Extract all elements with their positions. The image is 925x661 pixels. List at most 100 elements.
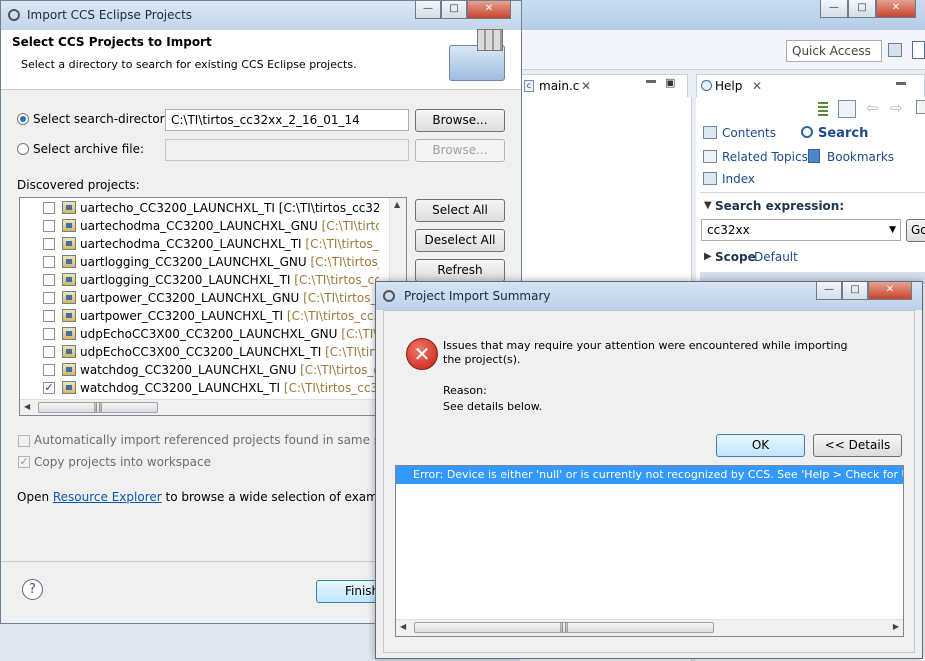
show-in-contents-icon[interactable] [838, 100, 856, 118]
scroll-up-icon[interactable]: ▲ [394, 200, 400, 209]
browse-archive-button[interactable]: Browse... [415, 139, 505, 162]
project-name: udpEchoCC3X00_CC3200_LAUNCHXL_GNU [C:\TI… [80, 327, 379, 341]
related-topics-link[interactable]: Related Topics [722, 150, 808, 164]
back-icon[interactable]: ⇦ [866, 99, 879, 117]
scope-chevron-icon[interactable]: ▶ [704, 251, 712, 262]
search-expression-value: cc32xx [707, 223, 750, 237]
archive-file-label: Select archive file: [33, 142, 145, 156]
project-name-text: uartechodma_CC3200_LAUNCHXL_TI [80, 237, 302, 251]
project-list-item[interactable]: uartlogging_CC3200_LAUNCHXL_TI [C:\TI\ti… [21, 271, 379, 289]
close-tab-icon[interactable]: ✕ [581, 75, 591, 97]
project-name: watchdog_CC3200_LAUNCHXL_GNU [C:\TI\tirt… [80, 363, 379, 377]
dropdown-arrow-icon[interactable]: ▼ [889, 220, 896, 240]
summary-maximize-button[interactable]: □ [842, 282, 868, 300]
project-name-text: udpEchoCC3X00_CC3200_LAUNCHXL_GNU [80, 327, 338, 341]
close-help-tab-icon[interactable]: ✕ [752, 75, 762, 97]
scroll-left-icon[interactable]: ◀ [24, 402, 30, 411]
horizontal-scroll-thumb[interactable]: ║║ [38, 402, 158, 413]
project-list-item[interactable]: ✓ watchdog_CC3200_LAUNCHXL_TI [C:\TI\tirt… [21, 379, 379, 397]
project-list-item[interactable]: uartechodma_CC3200_LAUNCHXL_TI [C:\TI\ti… [21, 235, 379, 253]
import-maximize-button[interactable]: □ [441, 1, 467, 19]
show-all-icon[interactable] [818, 102, 828, 116]
discovered-projects-label: Discovered projects: [17, 178, 140, 192]
bookmarks-link[interactable]: Bookmarks [827, 150, 894, 164]
archive-file-radio[interactable] [17, 143, 29, 155]
search-link[interactable]: Search [798, 126, 868, 141]
contents-icon [703, 126, 717, 139]
details-scroll-left-icon[interactable]: ◀ [400, 622, 406, 631]
tab-main-c[interactable]: c main.c ✕ [520, 74, 688, 98]
editor-minimize-icon[interactable] [646, 80, 656, 83]
browse-directory-button[interactable]: Browse... [415, 109, 505, 132]
deselect-all-button[interactable]: Deselect All [415, 229, 505, 252]
search-directory-input[interactable]: C:\TI\tirtos_cc32xx_2_16_01_14 [165, 109, 409, 131]
eclipse-gear-icon [8, 9, 20, 21]
project-checkbox[interactable] [43, 220, 55, 232]
project-checkbox[interactable] [43, 310, 55, 322]
details-list[interactable] [395, 465, 904, 637]
project-list-item[interactable]: watchdog_CC3200_LAUNCHXL_GNU [C:\TI\tirt… [21, 361, 379, 379]
forward-icon[interactable]: ⇨ [890, 99, 903, 117]
project-name-text: udpEchoCC3X00_CC3200_LAUNCHXL_TI [80, 345, 322, 359]
project-path-text: [C:\TI\tirtos_cc32xx_ [300, 363, 379, 377]
project-checkbox[interactable] [43, 238, 55, 250]
editor-maximize-icon[interactable]: ▣ [665, 76, 675, 89]
search-expression-input[interactable]: cc32xx ▼ [701, 219, 901, 241]
project-checkbox[interactable] [43, 364, 55, 376]
project-list-item[interactable]: uartechodma_CC3200_LAUNCHXL_GNU [C:\TI\t… [21, 217, 379, 235]
project-list-item[interactable]: udpEchoCC3X00_CC3200_LAUNCHXL_TI [C:\TI\… [21, 343, 379, 361]
project-path-text: [C:\TI\tirtos_cc32xx_2 [286, 309, 379, 323]
auto-import-checkbox[interactable] [18, 435, 30, 447]
project-checkbox[interactable] [43, 292, 55, 304]
details-horizontal-scrollbar[interactable]: ◀ ║║ ▶ [396, 619, 903, 636]
project-checkbox[interactable]: ✓ [43, 382, 55, 394]
summary-minimize-button[interactable]: — [816, 282, 842, 300]
index-icon [703, 172, 717, 185]
list-horizontal-scrollbar[interactable]: ◀ ║║ [20, 399, 389, 415]
project-path-text: [C:\TI\tirtos_cc32 [321, 219, 379, 233]
project-checkbox[interactable] [43, 274, 55, 286]
project-name: uartpower_CC3200_LAUNCHXL_TI [C:\TI\tirt… [80, 309, 379, 323]
help-icon [701, 80, 712, 91]
refresh-button[interactable]: Refresh [415, 259, 505, 282]
project-checkbox[interactable] [43, 328, 55, 340]
tab-help[interactable]: Help ✕ [696, 74, 925, 98]
archive-file-input[interactable] [165, 139, 409, 161]
copy-projects-checkbox[interactable]: ✓ [18, 456, 30, 468]
summary-close-button[interactable]: ✕ [868, 282, 912, 300]
ide-maximize-button[interactable]: □ [848, 0, 876, 18]
select-all-button[interactable]: Select All [415, 199, 505, 222]
ide-close-button[interactable]: ✕ [876, 0, 916, 18]
project-checkbox[interactable] [43, 256, 55, 268]
scope-default-link[interactable]: Default [754, 250, 798, 264]
project-path-text: [C:\TI\tirtos_c [325, 345, 379, 359]
help-minimize-icon[interactable] [896, 82, 906, 85]
resource-explorer-link[interactable]: Resource Explorer [53, 490, 162, 504]
project-list-item[interactable]: uartlogging_CC3200_LAUNCHXL_GNU [C:\TI\t… [21, 253, 379, 271]
project-list-item[interactable]: uartecho_CC3200_LAUNCHXL_TI [C:\TI\tirto… [21, 199, 379, 217]
project-checkbox[interactable] [43, 346, 55, 358]
project-list-item[interactable]: uartpower_CC3200_LAUNCHXL_TI [C:\TI\tirt… [21, 307, 379, 325]
quick-access-input[interactable]: Quick Access [786, 40, 882, 62]
ide-minimize-button[interactable]: — [820, 0, 848, 18]
project-list-item[interactable]: udpEchoCC3X00_CC3200_LAUNCHXL_GNU [C:\TI… [21, 325, 379, 343]
contents-link[interactable]: Contents [722, 126, 776, 140]
search-expression-chevron-icon[interactable]: ▼ [704, 200, 712, 211]
details-scroll-thumb[interactable]: ║║ [414, 622, 714, 633]
project-checkbox[interactable] [43, 202, 55, 214]
index-link[interactable]: Index [722, 172, 755, 186]
go-button[interactable]: Go [906, 219, 925, 242]
error-line-row[interactable]: Error: Device is either 'null' or is cur… [396, 466, 903, 484]
search-directory-radio[interactable] [17, 113, 29, 125]
project-name: uartlogging_CC3200_LAUNCHXL_TI [C:\TI\ti… [80, 273, 379, 287]
project-list-item[interactable]: uartpower_CC3200_LAUNCHXL_GNU [C:\TI\tir… [21, 289, 379, 307]
details-scroll-right-icon[interactable]: ▶ [893, 622, 899, 631]
ok-button[interactable]: OK [716, 434, 805, 457]
perspective-icon[interactable] [888, 43, 902, 57]
help-question-icon[interactable]: ? [22, 579, 43, 600]
ccs-perspective-icon[interactable] [912, 41, 925, 59]
home-icon[interactable] [916, 100, 925, 114]
import-close-button[interactable]: ✕ [467, 1, 511, 19]
details-button[interactable]: << Details [813, 434, 902, 457]
import-minimize-button[interactable]: — [415, 1, 441, 19]
